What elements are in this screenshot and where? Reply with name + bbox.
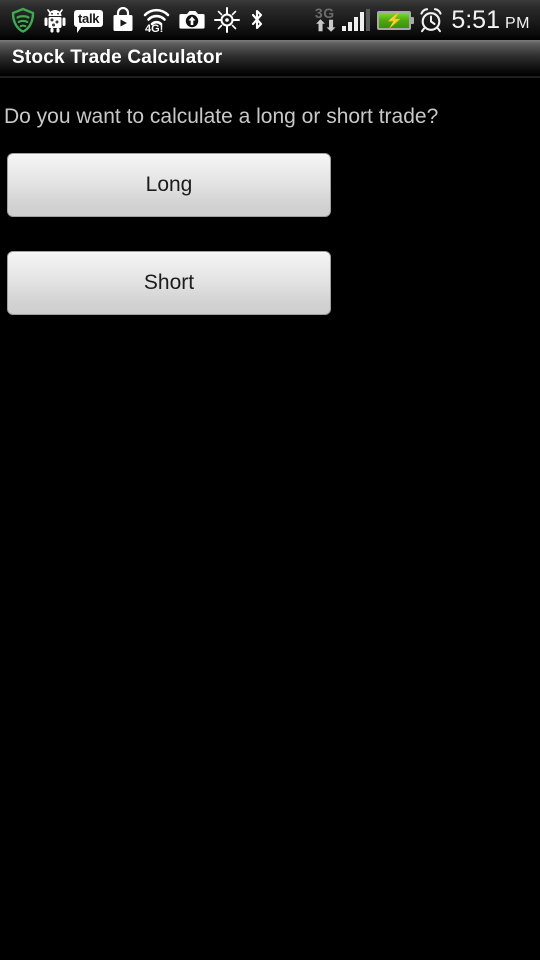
- lookout-shield-icon: [10, 5, 36, 35]
- google-talk-label: talk: [74, 9, 104, 33]
- play-store-icon: [111, 5, 135, 35]
- main-content: Do you want to calculate a long or short…: [0, 78, 540, 960]
- google-talk-icon: talk: [74, 5, 104, 35]
- signal-bar-1: [342, 26, 347, 31]
- charging-bolt-icon: ⚡: [385, 12, 404, 28]
- battery-body: ⚡: [377, 10, 415, 30]
- app-title-bar: Stock Trade Calculator: [0, 40, 540, 76]
- bluetooth-icon: [248, 5, 266, 35]
- clock-period: PM: [505, 14, 530, 32]
- clock-time: 5:51: [451, 5, 500, 34]
- camera-upload-icon: [178, 5, 206, 35]
- signal-bar-3: [354, 17, 359, 31]
- status-bar-system-icons: 3G ⬆⬇ ⚡ 5:51 PM: [314, 0, 540, 40]
- svg-text:4G!: 4G!: [145, 23, 163, 33]
- gps-crosshair-icon: [214, 5, 241, 35]
- prompt-text: Do you want to calculate a long or short…: [4, 105, 439, 128]
- wifi-4g-icon: 4G!: [143, 5, 170, 35]
- trade-type-button-group: Long Short: [0, 153, 540, 315]
- signal-bar-2: [348, 22, 353, 31]
- android-robot-icon: [44, 5, 66, 35]
- signal-strength-icon: [342, 5, 371, 35]
- status-bar-notification-icons: talk 4G!: [0, 0, 314, 40]
- data-transfer-arrows: ⬆⬇: [314, 18, 337, 35]
- status-bar: talk 4G! 3G ⬆⬇ ⚡ 5:51 PM: [0, 0, 540, 40]
- battery-charging-icon: ⚡: [377, 5, 415, 35]
- page-title: Stock Trade Calculator: [12, 47, 223, 68]
- alarm-clock-icon: [418, 5, 444, 35]
- status-bar-clock: 5:51 PM: [451, 5, 530, 34]
- short-trade-button[interactable]: Short: [7, 251, 331, 315]
- signal-bars: [342, 9, 371, 31]
- long-trade-button[interactable]: Long: [7, 153, 331, 217]
- phone-screen: talk 4G! 3G ⬆⬇ ⚡ 5:51 PM Stock Trade Cal…: [0, 0, 540, 960]
- mobile-data-3g-icon: 3G ⬆⬇: [314, 3, 337, 37]
- signal-bar-4: [360, 12, 365, 31]
- signal-bar-5: [366, 9, 371, 31]
